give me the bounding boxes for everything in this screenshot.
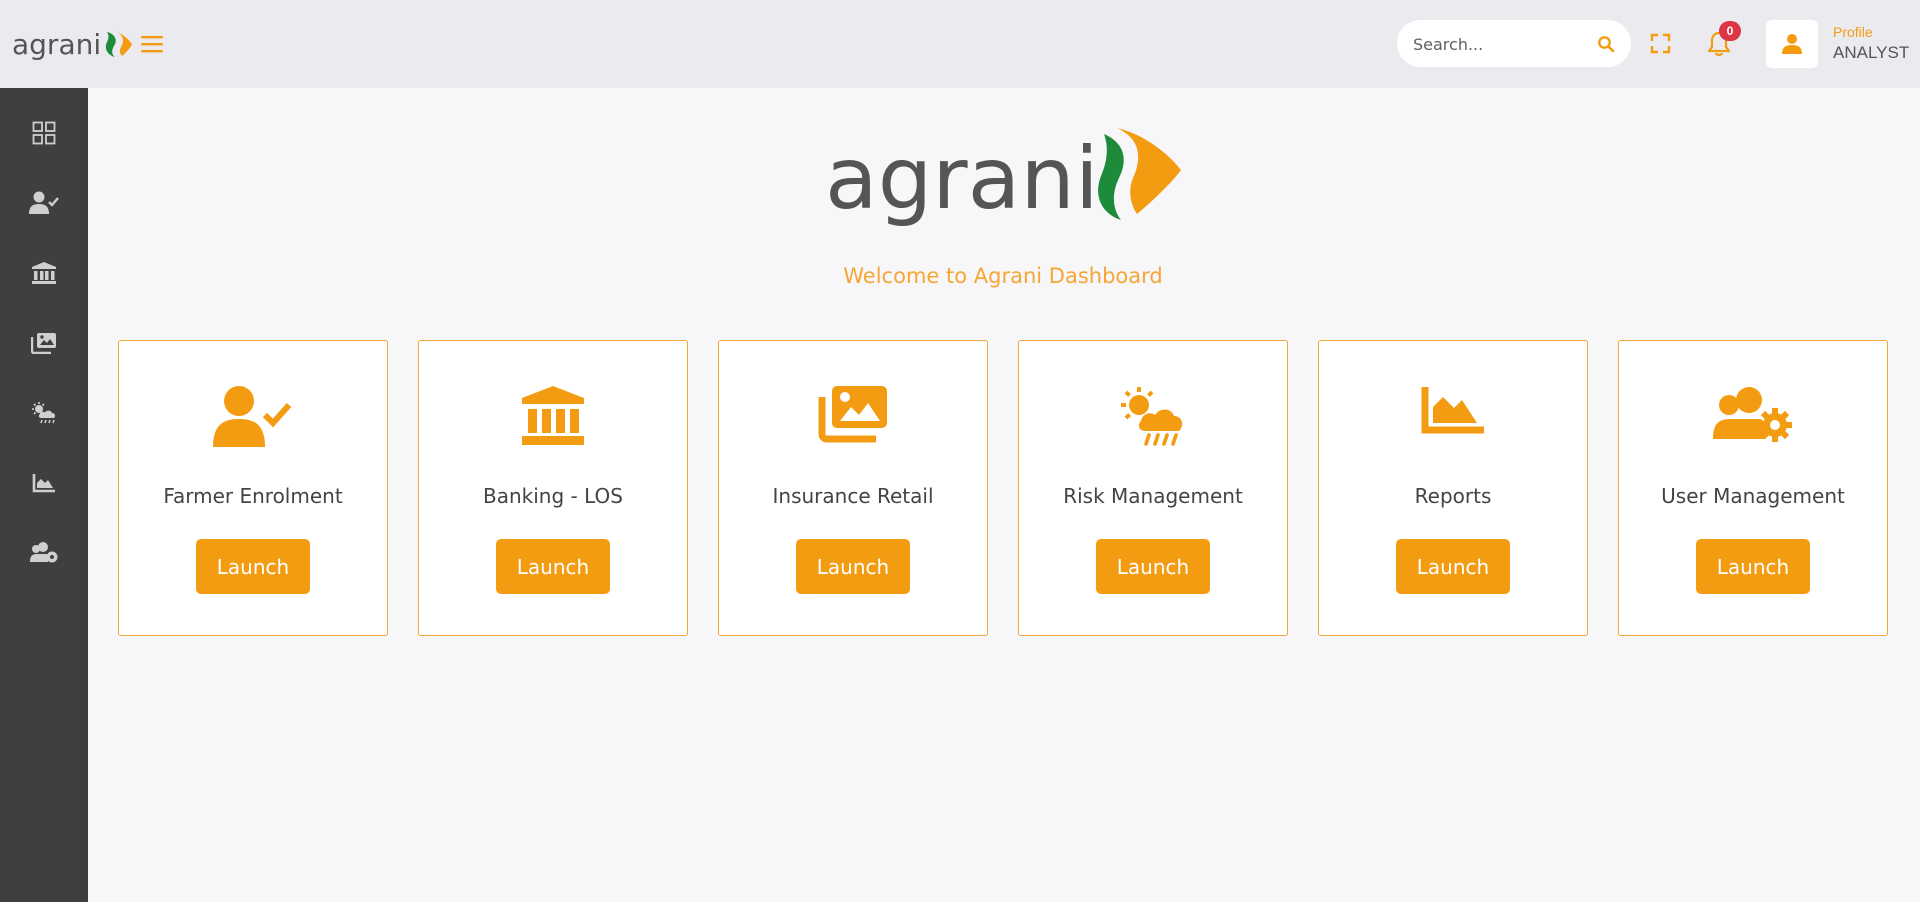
sidebar-item-reports[interactable]: [0, 458, 88, 508]
images-icon: [818, 386, 887, 443]
launch-button[interactable]: Launch: [796, 539, 910, 594]
images-icon: [31, 333, 56, 354]
user-icon: [1782, 34, 1802, 54]
launch-button[interactable]: Launch: [496, 539, 610, 594]
launch-button[interactable]: Launch: [1696, 539, 1810, 594]
search-box: [1397, 20, 1631, 67]
search-icon[interactable]: [1597, 35, 1615, 53]
sidebar: [0, 88, 88, 902]
logo-wordmark: agrani: [825, 129, 1099, 229]
sidebar-item-farmer-enrolment[interactable]: [0, 178, 88, 228]
profile-label[interactable]: Profile: [1833, 24, 1873, 40]
launch-button[interactable]: Launch: [1096, 539, 1210, 594]
fullscreen-icon[interactable]: [1650, 33, 1671, 54]
notification-count-badge: 0: [1719, 21, 1741, 41]
brand-logo[interactable]: agrani: [12, 24, 133, 64]
card-title: Farmer Enrolment: [163, 484, 343, 508]
card-user-management: User Management Launch: [1618, 340, 1888, 636]
users-cog-icon: [1713, 387, 1792, 442]
area-chart-icon: [32, 474, 55, 493]
top-header: agrani 0 Profile ANALYST: [0, 0, 1920, 88]
search-input[interactable]: [1411, 32, 1595, 56]
bank-icon: [522, 386, 584, 445]
profile-role[interactable]: ANALYST: [1833, 43, 1909, 63]
card-reports: Reports Launch: [1318, 340, 1588, 636]
sidebar-item-user-management[interactable]: [0, 528, 88, 578]
sidebar-item-dashboard[interactable]: [0, 108, 88, 158]
card-title: User Management: [1661, 484, 1845, 508]
hamburger-icon[interactable]: [140, 33, 164, 55]
avatar[interactable]: [1766, 20, 1818, 68]
launch-button[interactable]: Launch: [1396, 539, 1510, 594]
sidebar-item-risk-management[interactable]: [0, 388, 88, 438]
launch-button[interactable]: Launch: [196, 539, 310, 594]
card-farmer-enrolment: Farmer Enrolment Launch: [118, 340, 388, 636]
card-title: Reports: [1414, 484, 1492, 508]
card-title: Insurance Retail: [772, 484, 934, 508]
users-cog-icon: [30, 542, 58, 563]
weather-icon: [32, 402, 56, 424]
card-title: Risk Management: [1063, 484, 1243, 508]
card-banking-los: Banking - LOS Launch: [418, 340, 688, 636]
card-risk-management: Risk Management Launch: [1018, 340, 1288, 636]
card-insurance-retail: Insurance Retail Launch: [718, 340, 988, 636]
user-check-icon: [213, 386, 292, 447]
sidebar-item-insurance[interactable]: [0, 318, 88, 368]
brand-wordmark: agrani: [12, 27, 102, 61]
brand-mark-icon: [105, 31, 133, 57]
dashboard-grid-icon: [32, 121, 56, 145]
agrani-logo: agrani: [825, 128, 1181, 229]
weather-icon: [1121, 387, 1183, 446]
card-title: Banking - LOS: [483, 484, 623, 508]
module-cards: Farmer Enrolment Launch Banking - LOS La…: [118, 340, 1890, 636]
area-chart-icon: [1421, 387, 1484, 434]
user-check-icon: [29, 191, 59, 214]
welcome-heading: Welcome to Agrani Dashboard: [843, 264, 1163, 288]
